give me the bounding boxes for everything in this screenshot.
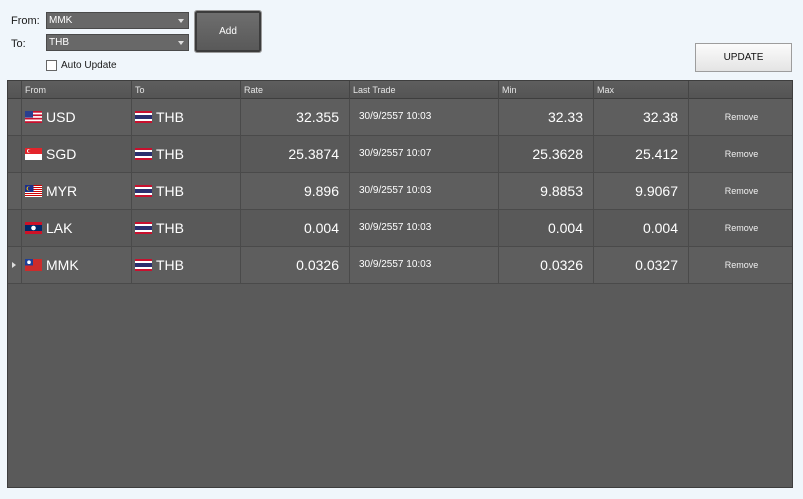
to-cell: THB bbox=[131, 173, 240, 209]
currency-code: USD bbox=[46, 109, 76, 125]
min-cell: 25.3628 bbox=[498, 136, 593, 172]
currency-code: LAK bbox=[46, 220, 73, 236]
th-flag-icon bbox=[135, 222, 152, 234]
current-row-indicator-icon bbox=[12, 262, 16, 268]
currency-code: MYR bbox=[46, 183, 78, 199]
to-currency-select[interactable]: THB bbox=[46, 34, 189, 51]
currency-code: THB bbox=[156, 220, 184, 236]
min-cell: 9.8853 bbox=[498, 173, 593, 209]
column-header-min[interactable]: Min bbox=[498, 81, 593, 99]
from-cell: LAK bbox=[21, 210, 131, 246]
currency-code: THB bbox=[156, 109, 184, 125]
from-label: From: bbox=[11, 15, 40, 27]
currency-code: THB bbox=[156, 183, 184, 199]
rate-cell: 25.3874 bbox=[240, 136, 349, 172]
min-cell: 0.0326 bbox=[498, 247, 593, 283]
to-cell: THB bbox=[131, 210, 240, 246]
sg-flag-icon bbox=[25, 148, 42, 160]
from-currency-value: MMK bbox=[49, 15, 73, 26]
remove-button[interactable]: Remove bbox=[688, 99, 792, 135]
column-header-action bbox=[688, 81, 792, 99]
last-trade-cell: 30/9/2557 10:03 bbox=[349, 247, 498, 283]
currency-code: MMK bbox=[46, 257, 79, 273]
column-header-rate[interactable]: Rate bbox=[240, 81, 349, 99]
from-cell: SGD bbox=[21, 136, 131, 172]
column-header-max[interactable]: Max bbox=[593, 81, 688, 99]
column-header-to[interactable]: To bbox=[131, 81, 240, 99]
column-header-last-trade[interactable]: Last Trade bbox=[349, 81, 498, 99]
rate-cell: 0.0326 bbox=[240, 247, 349, 283]
from-currency-select[interactable]: MMK bbox=[46, 12, 189, 29]
table-row[interactable]: LAK THB 0.004 30/9/2557 10:03 0.004 0.004 Remo… bbox=[8, 210, 792, 247]
rate-cell: 0.004 bbox=[240, 210, 349, 246]
remove-button[interactable]: Remove bbox=[688, 173, 792, 209]
column-header-from[interactable]: From bbox=[21, 81, 131, 99]
to-cell: THB bbox=[131, 99, 240, 135]
max-cell: 0.004 bbox=[593, 210, 688, 246]
currency-code: SGD bbox=[46, 146, 77, 162]
chevron-down-icon[interactable] bbox=[178, 41, 184, 45]
auto-update-label[interactable]: Auto Update bbox=[61, 60, 117, 71]
remove-button[interactable]: Remove bbox=[688, 136, 792, 172]
min-cell: 32.33 bbox=[498, 99, 593, 135]
from-cell: MMK bbox=[21, 247, 131, 283]
to-cell: THB bbox=[131, 247, 240, 283]
th-flag-icon bbox=[135, 111, 152, 123]
us-flag-icon bbox=[25, 111, 42, 123]
table-row[interactable]: USD THB 32.355 30/9/2557 10:03 32.33 32.38 Rem… bbox=[8, 99, 792, 136]
rate-cell: 32.355 bbox=[240, 99, 349, 135]
remove-button[interactable]: Remove bbox=[688, 210, 792, 246]
la-flag-icon bbox=[25, 222, 42, 234]
max-cell: 32.38 bbox=[593, 99, 688, 135]
last-trade-cell: 30/9/2557 10:03 bbox=[349, 210, 498, 246]
last-trade-cell: 30/9/2557 10:07 bbox=[349, 136, 498, 172]
currency-code: THB bbox=[156, 257, 184, 273]
rates-grid: From To Rate Last Trade Min Max USD THB 32… bbox=[7, 80, 793, 488]
table-row[interactable]: SGD THB 25.3874 30/9/2557 10:07 25.3628 25.41… bbox=[8, 136, 792, 173]
min-cell: 0.004 bbox=[498, 210, 593, 246]
max-cell: 0.0327 bbox=[593, 247, 688, 283]
table-row[interactable]: MMK THB 0.0326 30/9/2557 10:03 0.0326 0.0327 R… bbox=[8, 247, 792, 284]
mm-flag-icon bbox=[25, 259, 42, 271]
from-cell: MYR bbox=[21, 173, 131, 209]
rate-cell: 9.896 bbox=[240, 173, 349, 209]
last-trade-cell: 30/9/2557 10:03 bbox=[349, 173, 498, 209]
to-cell: THB bbox=[131, 136, 240, 172]
chevron-down-icon[interactable] bbox=[178, 19, 184, 23]
auto-update-checkbox[interactable] bbox=[46, 60, 57, 71]
th-flag-icon bbox=[135, 148, 152, 160]
to-currency-value: THB bbox=[49, 37, 69, 48]
th-flag-icon bbox=[135, 259, 152, 271]
max-cell: 25.412 bbox=[593, 136, 688, 172]
add-button[interactable]: Add bbox=[194, 10, 262, 53]
table-row[interactable]: MYR THB 9.896 30/9/2557 10:03 9.8853 9.9067 Re… bbox=[8, 173, 792, 210]
currency-code: THB bbox=[156, 146, 184, 162]
my-flag-icon bbox=[25, 185, 42, 197]
grid-header: From To Rate Last Trade Min Max bbox=[8, 81, 792, 99]
from-cell: USD bbox=[21, 99, 131, 135]
last-trade-cell: 30/9/2557 10:03 bbox=[349, 99, 498, 135]
max-cell: 9.9067 bbox=[593, 173, 688, 209]
remove-button[interactable]: Remove bbox=[688, 247, 792, 283]
update-button[interactable]: UPDATE bbox=[695, 43, 792, 72]
to-label: To: bbox=[11, 38, 26, 50]
th-flag-icon bbox=[135, 185, 152, 197]
